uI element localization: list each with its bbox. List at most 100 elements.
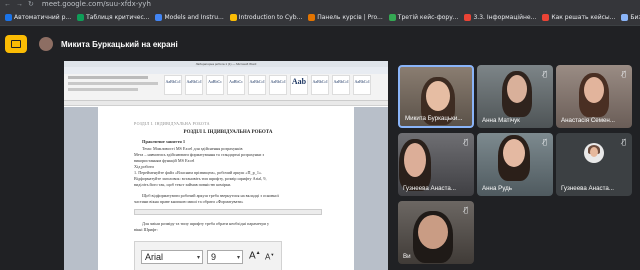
bookmarks-bar: Автоматичний р... Таблиця критичес... Mode… xyxy=(0,9,640,26)
style-gallery: AaBbCcI AaBbCcI AaBbCc AaBbCc AaBbCcI AaBbCcI… xyxy=(164,75,371,95)
bookmark-label: Автоматичний р... xyxy=(14,13,72,21)
participant-face xyxy=(503,139,525,167)
bookmark-label: Таблиця критичес... xyxy=(86,13,150,21)
style-sample: AaBbCcI xyxy=(185,75,203,95)
bookmark-item[interactable]: Автоматичний р... xyxy=(2,9,74,25)
address-bar: ← → ↻ meet.google.com/suu-xfdx-yyh xyxy=(0,0,640,9)
bookmark-item[interactable]: Третій кейс-фору... xyxy=(386,9,462,25)
participant-tile[interactable]: 🎙̸ Гузнеева Анаста... xyxy=(398,133,474,196)
bookmark-favicon-icon xyxy=(464,13,472,21)
meet-presentation-bar: Микита Буркацький на екрані xyxy=(0,26,640,62)
document-page: РОЗДІЛ І. ІНДИВІДУАЛЬНА РОБОТА РОЗДІЛ І.… xyxy=(98,107,354,270)
bookmark-item[interactable]: Introduction to Cyb... xyxy=(227,9,305,25)
style-sample: Aab xyxy=(290,75,308,95)
section-label: РОЗДІЛ І. ІНДИВІДУАЛЬНА РОБОТА xyxy=(134,121,210,126)
body-line: частини вікна праве кнопкою миші та обра… xyxy=(134,199,244,204)
style-sample: AaBbCcI xyxy=(353,75,371,95)
url-field[interactable]: meet.google.com/suu-xfdx-yyh xyxy=(42,0,151,9)
nav-controls: ← → ↻ xyxy=(0,0,34,9)
word-ribbon: AaBbCcI AaBbCcI AaBbCc AaBbCc AaBbCcI AaBbCcI… xyxy=(64,67,388,101)
bookmark-favicon-icon xyxy=(388,13,396,21)
bookmark-favicon-icon xyxy=(542,13,550,21)
participant-tile[interactable]: 🎙̸ Анна Матічук xyxy=(477,65,553,128)
font-dialog-image: Arial ▾ 9 ▾ A▲ A▼ xyxy=(134,241,282,270)
back-icon[interactable]: ← xyxy=(4,0,11,9)
bookmark-favicon-icon xyxy=(77,13,85,21)
ruler xyxy=(64,101,388,106)
style-sample: AaBbCcI xyxy=(248,75,266,95)
bookmark-label: Как решать кейсы... xyxy=(551,13,616,21)
ribbon-paragraph-group xyxy=(68,88,138,91)
document-subheading: Практичне заняття 1 xyxy=(142,139,186,144)
bookmark-label: 3.3. Інформаційне... xyxy=(473,13,537,21)
participant-avatar xyxy=(584,143,604,163)
chevron-down-icon: ▾ xyxy=(196,255,200,261)
participant-face xyxy=(426,81,450,111)
bookmark-label: Бизнес кейсы, реш... xyxy=(630,13,640,21)
mic-off-icon: 🎙̸ xyxy=(621,138,626,146)
style-sample: AaBbCcI xyxy=(164,75,182,95)
ribbon-tabs xyxy=(64,67,388,74)
bookmark-label: Models and Instru... xyxy=(164,13,224,21)
bookmark-favicon-icon xyxy=(308,13,316,21)
style-sample: AaBbCcI xyxy=(311,75,329,95)
shrink-font-icon: A▼ xyxy=(265,252,275,262)
bookmark-item[interactable]: Models and Instru... xyxy=(152,9,226,25)
body-paragraph-3: Для зміни розміру та типу шрифту треба о… xyxy=(134,221,322,233)
embedded-excel-toolbar xyxy=(134,209,322,215)
bookmark-label: Introduction to Cyb... xyxy=(238,13,303,21)
participant-name: Гузнеева Анаста... xyxy=(403,185,456,192)
style-sample: AaBbCc xyxy=(227,75,245,95)
mic-off-icon: 🎙̸ xyxy=(621,70,626,78)
body-line: виділіть його так, щоб текст займав повн… xyxy=(134,182,232,187)
participant-face xyxy=(418,215,448,249)
chevron-down-icon: ▾ xyxy=(236,255,240,261)
body-line: вікні Шрифт: xyxy=(134,227,158,232)
bookmark-item[interactable]: Таблиця критичес... xyxy=(74,9,152,25)
presenter-avatar xyxy=(39,37,53,51)
style-sample: AaBbCc xyxy=(206,75,224,95)
mic-off-icon: 🎙̸ xyxy=(463,206,468,214)
bookmark-item[interactable]: Панель курсів | Pro... xyxy=(305,9,386,25)
reload-icon[interactable]: ↻ xyxy=(28,0,34,9)
participant-name: Гузнеева Анаста... xyxy=(561,185,614,192)
font-name-value: Arial xyxy=(145,252,164,262)
participant-face xyxy=(404,143,426,177)
body-paragraph-1: Тема: Можливості MS Excel для здійснення… xyxy=(134,146,322,188)
mic-off-icon: 🎙̸ xyxy=(542,138,547,146)
font-size-box: 9 ▾ xyxy=(207,250,243,264)
forward-icon[interactable]: → xyxy=(16,0,23,9)
participant-tile[interactable]: 🎙̸ Ви xyxy=(398,201,474,264)
grow-font-icon: A▲ xyxy=(249,250,261,262)
bookmark-item[interactable]: 3.3. Інформаційне... xyxy=(461,9,539,25)
participant-face xyxy=(507,75,527,103)
participant-tile[interactable]: 🎙̸ Анастасія Семен... xyxy=(556,65,632,128)
body-paragraph-2: Щоб відформатувати робочий аркуш треба з… xyxy=(134,193,322,205)
font-size-value: 9 xyxy=(211,252,217,262)
presenter-title: Микита Буркацький на екрані xyxy=(61,39,178,49)
shared-screen: Лабораторна робота 1 (1) — Microsoft Wor… xyxy=(64,61,388,270)
participant-name: Анна Матічук xyxy=(482,117,520,124)
font-name-box: Arial ▾ xyxy=(141,250,203,264)
participant-tile[interactable]: 🎙̸ Гузнеева Анаста... xyxy=(556,133,632,196)
style-sample: AaBbCcI xyxy=(269,75,287,95)
bookmark-item[interactable]: Бизнес кейсы, реш... xyxy=(618,9,640,25)
mic-off-icon: 🎙̸ xyxy=(542,70,547,78)
presenting-badge[interactable] xyxy=(5,35,27,53)
document-heading: РОЗДІЛ І. ІНДИВІДУАЛЬНА РОБОТА xyxy=(183,130,273,135)
ribbon-format-group xyxy=(68,82,158,85)
participant-tile[interactable]: 🎙̸ Анна Рудь xyxy=(477,133,553,196)
participant-face xyxy=(584,77,604,103)
participant-name: Микита Буркацьки... xyxy=(405,115,463,122)
mic-off-icon: 🎙̸ xyxy=(463,138,468,146)
bookmark-item[interactable]: Как решать кейсы... xyxy=(539,9,618,25)
present-screen-icon xyxy=(11,40,21,48)
participant-tile[interactable]: Микита Буркацьки... xyxy=(398,65,474,128)
participant-name: Анастасія Семен... xyxy=(561,117,616,124)
bookmark-favicon-icon xyxy=(155,13,163,21)
document-workspace: РОЗДІЛ І. ІНДИВІДУАЛЬНА РОБОТА РОЗДІЛ І.… xyxy=(64,107,388,270)
participant-name: Ви xyxy=(403,253,411,260)
grow-font-label: A xyxy=(249,250,256,262)
bookmark-favicon-icon xyxy=(621,13,629,21)
bookmark-label: Третій кейс-фору... xyxy=(397,13,459,21)
